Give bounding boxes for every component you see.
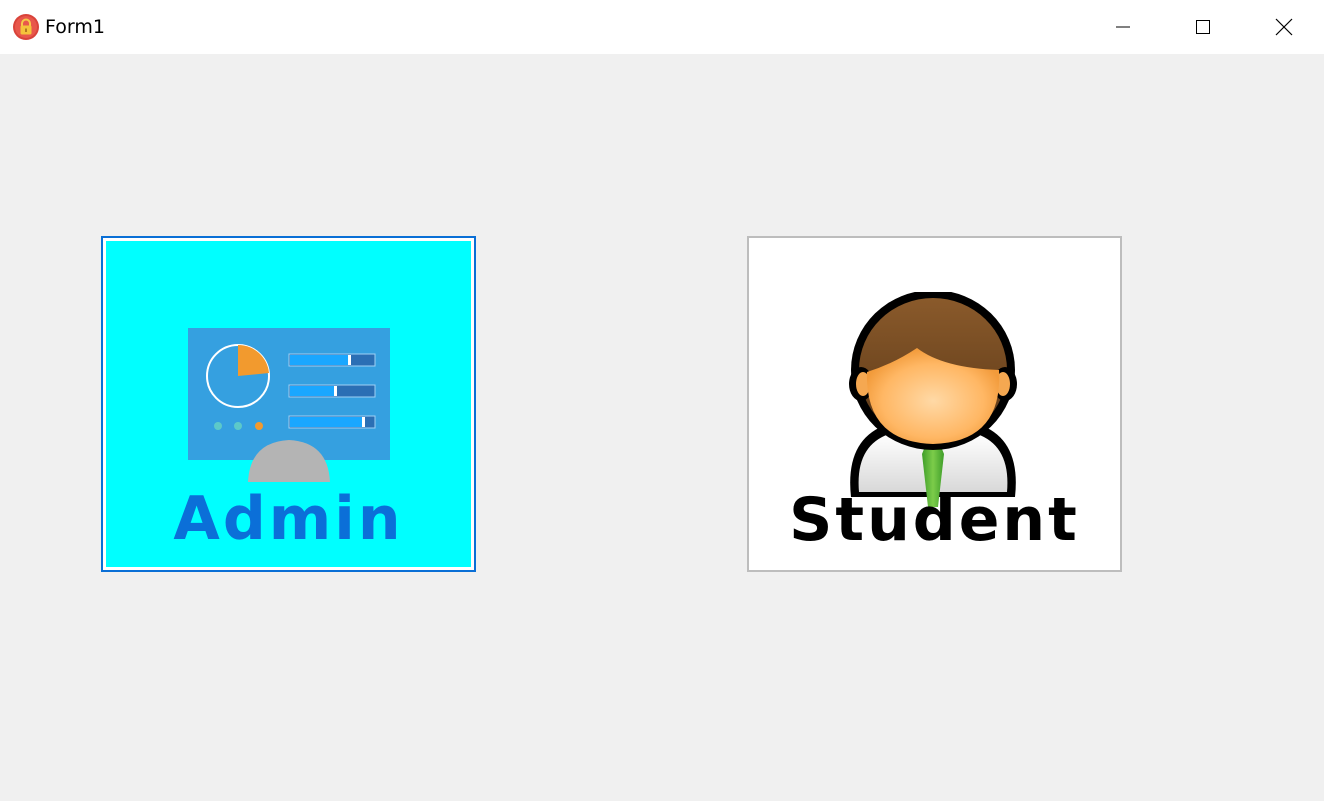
- admin-label: Admin: [173, 484, 404, 554]
- student-tile-image: Student: [751, 240, 1118, 568]
- close-button[interactable]: [1244, 0, 1324, 54]
- title-bar[interactable]: Form1: [0, 0, 1324, 54]
- minimize-icon: [1115, 19, 1131, 35]
- app-window: Form1 Admin Student: [0, 0, 1324, 801]
- student-button[interactable]: Student: [747, 236, 1122, 572]
- form-client-area: Admin Student: [0, 54, 1324, 801]
- student-label: Student: [789, 485, 1080, 555]
- close-icon: [1275, 18, 1293, 36]
- lock-icon: [12, 13, 40, 41]
- student-avatar-icon: [843, 292, 1023, 512]
- admin-button[interactable]: Admin: [101, 236, 476, 572]
- maximize-icon: [1195, 19, 1211, 35]
- window-title: Form1: [45, 16, 105, 38]
- maximize-button[interactable]: [1163, 0, 1243, 54]
- minimize-button[interactable]: [1083, 0, 1163, 54]
- admin-tile-image: Admin: [106, 241, 471, 567]
- dashboard-monitor-icon: [186, 324, 392, 484]
